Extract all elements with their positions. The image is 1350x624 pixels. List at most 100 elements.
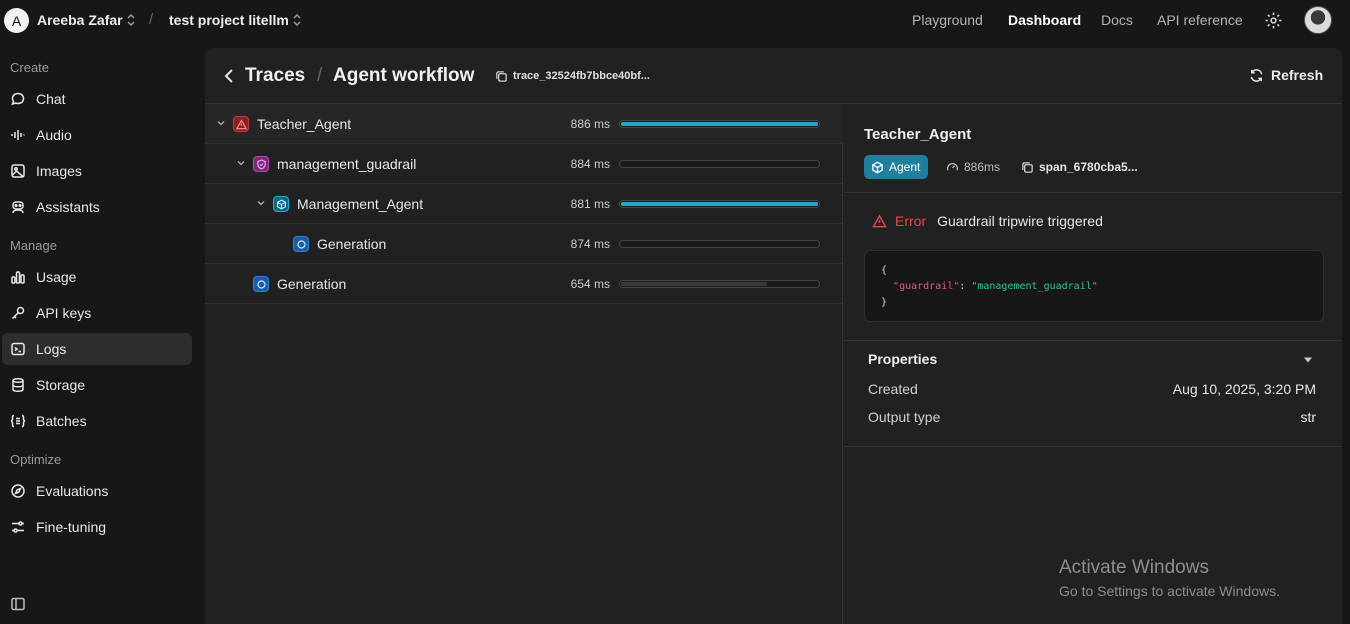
project-switcher[interactable]: test project litellm	[169, 12, 289, 28]
tree-row[interactable]: Generation 874 ms	[205, 224, 843, 264]
sidebar-item-label: Fine-tuning	[36, 519, 107, 535]
sidebar-item-label: API keys	[36, 305, 92, 321]
sidebar-item-label: Batches	[36, 413, 87, 429]
chevron-updown-icon[interactable]	[126, 13, 136, 27]
refresh-label: Refresh	[1271, 67, 1324, 83]
span-name: management_guadrail	[277, 156, 417, 172]
sidebar-item-chat[interactable]: Chat	[2, 83, 192, 115]
sidebar-collapse-icon[interactable]	[10, 596, 26, 612]
duration-bar-fill	[621, 202, 818, 206]
error-message: Guardrail tripwire triggered	[937, 213, 1103, 229]
code-value: "management_guadrail"	[971, 281, 1098, 292]
usage-icon	[11, 271, 25, 284]
refresh-icon	[1250, 68, 1263, 82]
span-id: span_6780cba5...	[1039, 160, 1138, 174]
duration-bar	[619, 240, 820, 248]
detail-title: Teacher_Agent	[864, 126, 972, 143]
section-label-create: Create	[10, 60, 50, 75]
refresh-button[interactable]: Refresh	[1249, 67, 1323, 83]
breadcrumb-traces[interactable]: Traces	[245, 65, 305, 87]
code-colon: :	[959, 281, 972, 292]
span-id-meta[interactable]: span_6780cba5...	[1021, 160, 1138, 174]
sidebar-item-label: Logs	[36, 341, 67, 357]
sidebar-item-api-keys[interactable]: API keys	[2, 297, 192, 329]
caret-down-icon[interactable]	[1303, 356, 1313, 364]
copy-icon[interactable]	[495, 70, 508, 83]
sidebar-item-label: Evaluations	[36, 483, 109, 499]
span-name: Teacher_Agent	[257, 116, 352, 132]
sidebar-item-storage[interactable]: Storage	[2, 369, 192, 401]
key-icon	[11, 306, 25, 320]
duration-bar	[619, 120, 820, 128]
tree-row[interactable]: Teacher_Agent 886 ms	[205, 104, 843, 144]
sidebar-item-label: Audio	[36, 127, 72, 143]
duration-bar-fill	[621, 122, 818, 126]
span-duration: 881 ms	[570, 197, 610, 211]
sidebar-item-label: Assistants	[36, 199, 100, 215]
top-bar: A Areeba Zafar / test project litellm Pl…	[0, 0, 1350, 40]
span-name: Generation	[317, 236, 387, 252]
chat-icon	[11, 92, 25, 106]
tree-row[interactable]: Management_Agent 881 ms	[205, 184, 843, 224]
sidebar-item-label: Storage	[36, 377, 86, 393]
sidebar-item-label: Chat	[36, 91, 66, 107]
error-badge	[233, 116, 249, 132]
org-avatar[interactable]: A	[4, 8, 29, 33]
error-payload-code: { "guardrail": "management_guadrail" }	[864, 250, 1324, 322]
nav-playground[interactable]: Playground	[912, 12, 983, 28]
span-type-badge: Agent	[864, 155, 929, 179]
breadcrumb-separator: /	[149, 11, 154, 28]
user-avatar[interactable]	[1304, 6, 1332, 34]
tree-row[interactable]: Generation 654 ms	[205, 264, 843, 304]
divider	[844, 446, 1342, 447]
nav-api-reference[interactable]: API reference	[1157, 12, 1243, 28]
properties-title[interactable]: Properties	[868, 351, 937, 367]
sidebar: Create Chat Audio Images Assistants Mana…	[0, 40, 200, 624]
sidebar-item-evaluations[interactable]: Evaluations	[2, 475, 192, 507]
page-title: Agent workflow	[333, 65, 475, 86]
warning-icon	[872, 213, 887, 227]
sidebar-item-usage[interactable]: Usage	[2, 261, 192, 293]
nav-dashboard[interactable]: Dashboard	[1008, 12, 1081, 28]
divider	[844, 192, 1342, 193]
sidebar-item-batches[interactable]: Batches	[2, 405, 192, 437]
copy-icon[interactable]	[1021, 161, 1034, 174]
sidebar-item-images[interactable]: Images	[2, 155, 192, 187]
org-switcher[interactable]: Areeba Zafar	[37, 12, 123, 28]
sidebar-item-audio[interactable]: Audio	[2, 119, 192, 151]
chevron-down-icon[interactable]	[216, 118, 226, 128]
duration-bar	[619, 280, 820, 288]
guardrail-badge	[253, 156, 269, 172]
property-key: Created	[868, 381, 918, 397]
span-duration: 884 ms	[570, 157, 610, 171]
sidebar-item-fine-tuning[interactable]: Fine-tuning	[2, 511, 192, 543]
chevron-updown-icon[interactable]	[292, 13, 302, 27]
trace-id[interactable]: trace_32524fb7bbce40bf...	[513, 70, 650, 82]
span-duration: 654 ms	[570, 277, 610, 291]
duration-bar	[619, 160, 820, 168]
code-key: "guardrail"	[893, 281, 960, 292]
watermark-title: Activate Windows	[1059, 557, 1209, 578]
sidebar-item-label: Images	[36, 163, 82, 179]
generation-badge	[293, 236, 309, 252]
watermark-subtitle: Go to Settings to activate Windows.	[1059, 583, 1280, 599]
chevron-down-icon[interactable]	[256, 198, 266, 208]
shield-icon	[256, 158, 266, 170]
back-chevron-icon[interactable]	[222, 67, 236, 85]
span-name: Management_Agent	[297, 196, 424, 212]
sidebar-item-assistants[interactable]: Assistants	[2, 191, 192, 223]
batches-icon	[10, 414, 26, 428]
code-brace: }	[881, 297, 888, 308]
span-duration-value: 886ms	[964, 160, 1001, 174]
nav-docs[interactable]: Docs	[1101, 12, 1133, 28]
gauge-icon	[947, 162, 958, 171]
tree-row[interactable]: management_guadrail 884 ms	[205, 144, 843, 184]
generation-icon	[256, 279, 266, 289]
assistant-icon	[12, 201, 24, 214]
duration-bar-fill	[621, 282, 767, 286]
trace-panel: Traces / Agent workflow trace_32524fb7bb…	[205, 48, 1342, 624]
chevron-down-icon[interactable]	[236, 158, 246, 168]
sidebar-item-logs[interactable]: Logs	[2, 333, 192, 365]
gear-icon[interactable]	[1264, 11, 1283, 30]
logs-icon	[11, 342, 25, 356]
